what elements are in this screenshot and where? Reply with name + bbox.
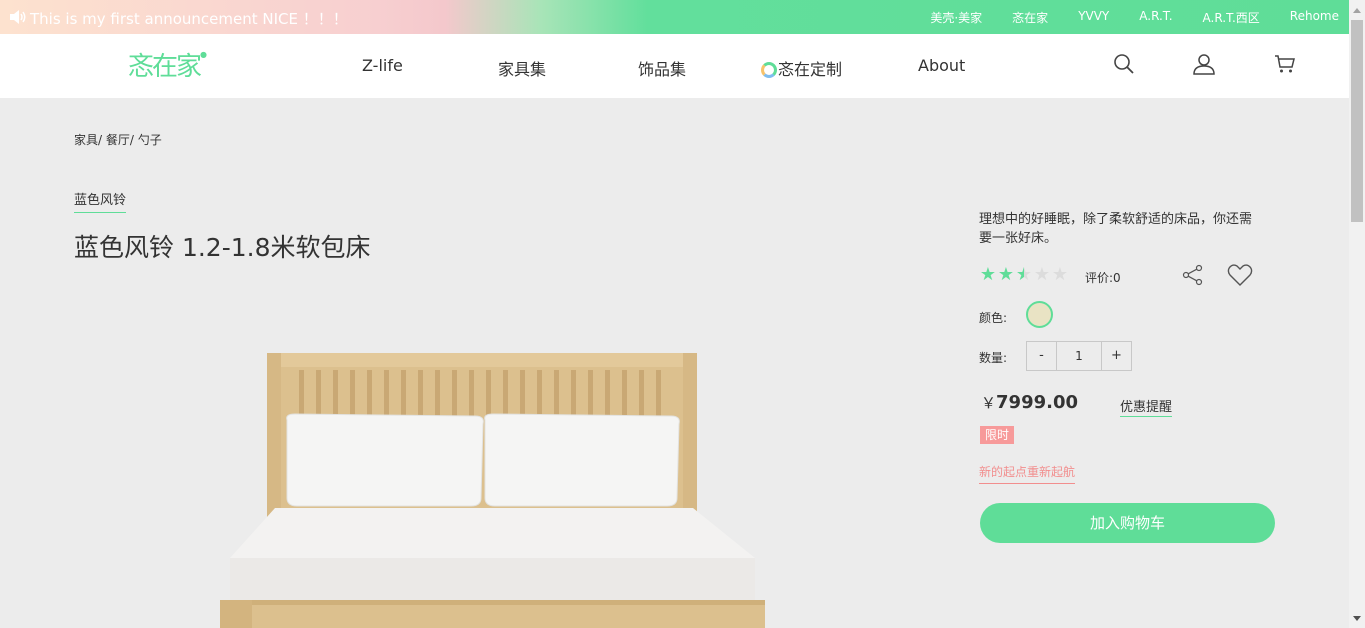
breadcrumb[interactable]: 家具/ 餐厅/ 勺子 — [74, 131, 162, 148]
announcement-text: This is my first announcement NICE ！！！ — [30, 10, 348, 28]
product-price: ￥7999.00 — [981, 392, 1078, 413]
limited-time-badge: 限时 — [980, 426, 1015, 444]
speaker-icon — [10, 10, 26, 24]
cart-icon[interactable] — [1273, 52, 1297, 76]
product-title: 蓝色风铃 1.2-1.8米软包床 — [74, 233, 371, 262]
add-to-cart-button[interactable]: 加入购物车 — [980, 503, 1275, 543]
search-icon[interactable] — [1112, 52, 1136, 76]
quantity-minus-button[interactable]: - — [1027, 342, 1056, 370]
top-link-minzaijia[interactable]: 忞在家 — [1012, 9, 1048, 26]
discount-remind-link[interactable]: 优惠提醒 — [1120, 396, 1173, 417]
color-swatch[interactable] — [1026, 301, 1053, 328]
quantity-input[interactable]: 1 — [1056, 342, 1102, 370]
scroll-up-arrow-icon[interactable] — [1353, 8, 1361, 13]
top-link-meike[interactable]: 美壳·美家 — [930, 9, 982, 26]
quantity-stepper: - 1 + — [1026, 341, 1132, 371]
nav-item-zlife[interactable]: Z-life — [362, 56, 403, 75]
quantity-plus-button[interactable]: + — [1102, 342, 1131, 370]
product-description: 理想中的好睡眠，除了柔软舒适的床品，你还需要一张好床。 — [979, 212, 1253, 246]
review-count[interactable]: 评价:0 — [1085, 269, 1121, 286]
top-link-art-west[interactable]: A.R.T.西区 — [1203, 9, 1260, 26]
top-link-yvvy[interactable]: YVVY — [1078, 9, 1109, 26]
top-link-art[interactable]: A.R.T. — [1139, 9, 1172, 26]
site-logo[interactable]: 忞在家● — [128, 46, 207, 83]
announcement-bar: This is my first announcement NICE ！！！ 美… — [0, 0, 1349, 34]
product-image — [220, 353, 765, 628]
nav-item-custom[interactable]: 忞在定制 — [761, 56, 842, 80]
heart-icon[interactable] — [1226, 262, 1254, 288]
share-icon[interactable] — [1181, 263, 1205, 287]
product-series-link[interactable]: 蓝色风铃 — [74, 189, 127, 213]
rating-stars: ★ ★ ★ ★ ★ — [979, 265, 1069, 285]
top-link-rehome[interactable]: Rehome — [1290, 9, 1339, 26]
page-scrollbar[interactable] — [1349, 0, 1365, 628]
star-icon: ★ — [979, 264, 997, 285]
custom-logo-icon — [761, 62, 777, 78]
quantity-label: 数量: — [979, 351, 1008, 365]
site-header: 忞在家● Z-life 家具集 饰品集 忞在定制 About — [0, 34, 1349, 98]
star-half-icon: ★ — [1015, 264, 1033, 285]
star-icon: ★ — [997, 264, 1015, 285]
user-icon[interactable] — [1192, 52, 1216, 76]
top-links: 美壳·美家 忞在家 YVVY A.R.T. A.R.T.西区 Rehome — [900, 9, 1339, 26]
nav-item-decor[interactable]: 饰品集 — [638, 56, 686, 80]
star-empty-icon: ★ — [1033, 264, 1051, 285]
scroll-down-arrow-icon[interactable] — [1353, 616, 1361, 621]
promo-text[interactable]: 新的起点重新起航 — [979, 463, 1076, 484]
star-empty-icon: ★ — [1051, 264, 1069, 285]
nav-item-furniture[interactable]: 家具集 — [498, 56, 546, 80]
nav-item-about[interactable]: About — [918, 56, 965, 75]
scrollbar-thumb[interactable] — [1351, 20, 1363, 222]
color-label: 颜色: — [979, 311, 1008, 325]
